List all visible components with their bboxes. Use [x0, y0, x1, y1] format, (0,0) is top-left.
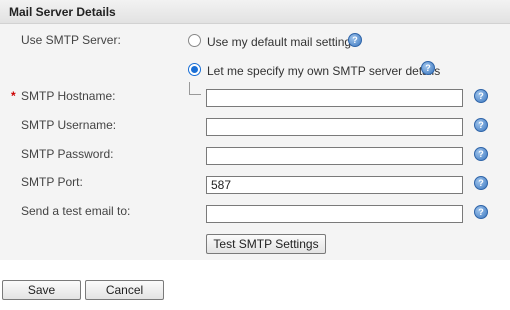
smtp-port-input[interactable]: [206, 176, 463, 194]
help-icon[interactable]: ?: [348, 33, 362, 47]
smtp-username-label: SMTP Username:: [21, 118, 117, 132]
help-icon[interactable]: ?: [474, 176, 488, 190]
help-icon[interactable]: ?: [474, 89, 488, 103]
tree-connector: [189, 94, 201, 95]
test-email-label: Send a test email to:: [21, 204, 131, 218]
panel-header: Mail Server Details: [0, 0, 510, 24]
mail-server-panel: Mail Server Details Use SMTP Server: Use…: [0, 0, 510, 260]
test-email-input[interactable]: [206, 205, 463, 223]
smtp-port-label: SMTP Port:: [21, 175, 83, 189]
smtp-hostname-input[interactable]: [206, 89, 463, 107]
use-smtp-server-label: Use SMTP Server:: [21, 33, 121, 47]
radio-own-smtp-details-label[interactable]: Let me specify my own SMTP server detail…: [207, 64, 440, 78]
cancel-button[interactable]: Cancel: [85, 280, 164, 300]
tree-connector: [189, 82, 190, 94]
panel-title: Mail Server Details: [9, 5, 116, 19]
radio-default-mail-settings-label[interactable]: Use my default mail settings: [207, 35, 357, 49]
test-smtp-settings-button[interactable]: Test SMTP Settings: [206, 234, 326, 254]
radio-own-smtp-details[interactable]: [188, 63, 201, 76]
smtp-password-label: SMTP Password:: [21, 147, 114, 161]
save-button[interactable]: Save: [2, 280, 81, 300]
help-icon[interactable]: ?: [421, 61, 435, 75]
smtp-hostname-label: SMTP Hostname:: [21, 89, 116, 103]
help-icon[interactable]: ?: [474, 118, 488, 132]
radio-default-mail-settings[interactable]: [188, 34, 201, 47]
help-icon[interactable]: ?: [474, 205, 488, 219]
required-mark: *: [11, 89, 16, 103]
smtp-username-input[interactable]: [206, 118, 463, 136]
smtp-password-input[interactable]: [206, 147, 463, 165]
help-icon[interactable]: ?: [474, 147, 488, 161]
